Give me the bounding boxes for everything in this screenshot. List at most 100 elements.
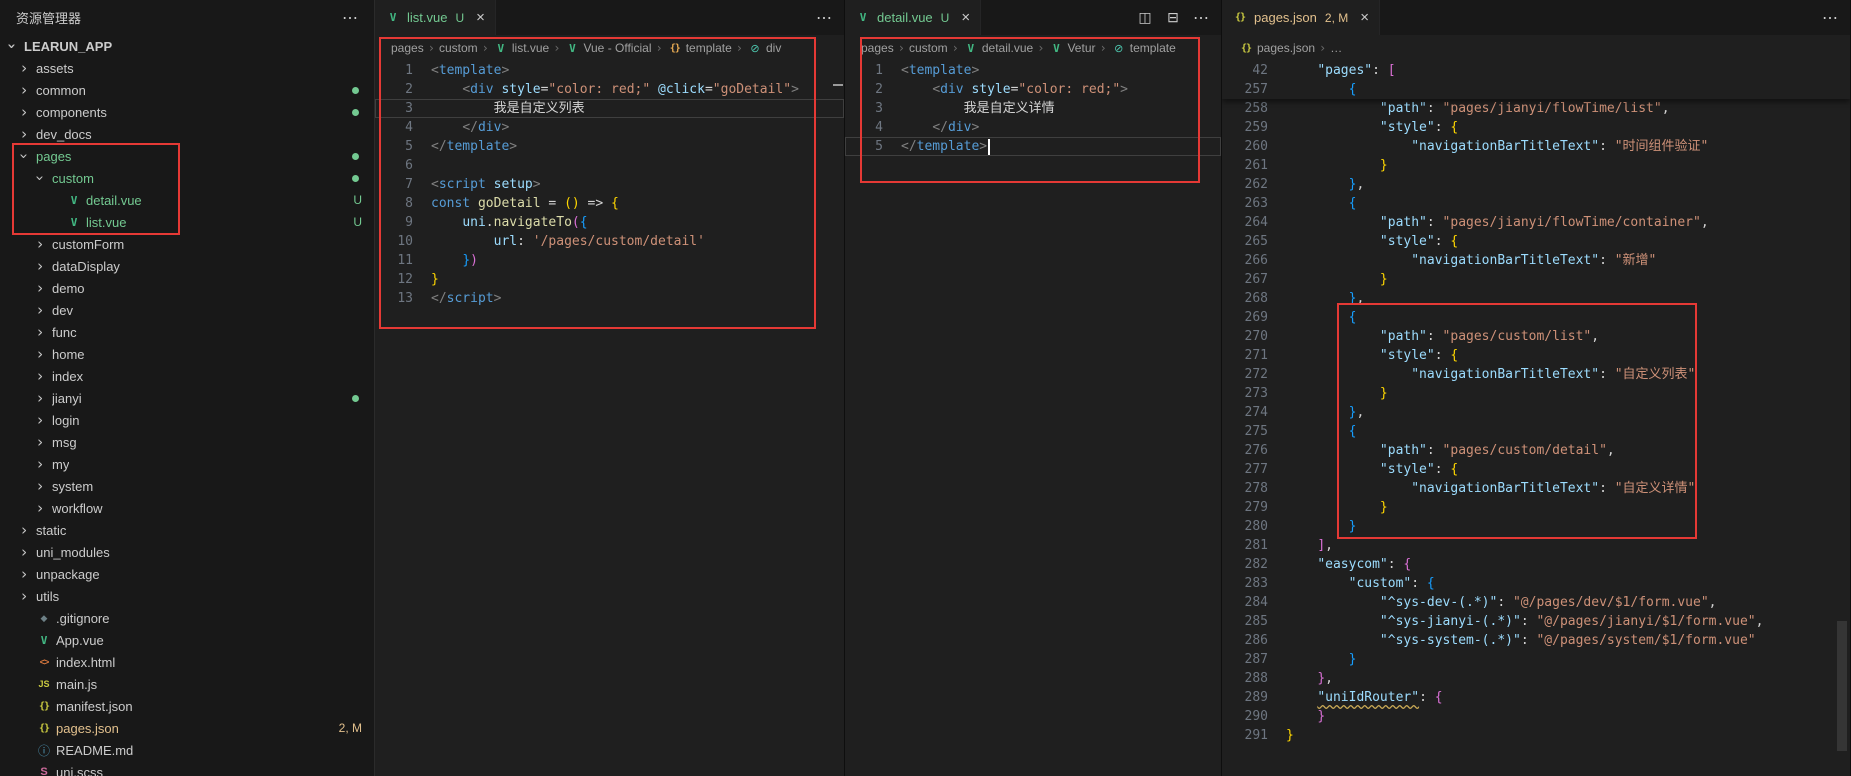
- tree-item-uni-modules[interactable]: ›uni_modules: [0, 541, 374, 563]
- tree-item-index-html[interactable]: <>index.html: [0, 651, 374, 673]
- code-token: {: [1450, 120, 1458, 135]
- tree-item-label: custom: [52, 171, 94, 186]
- tree-item-my[interactable]: ›my: [0, 453, 374, 475]
- tree-item-utils[interactable]: ›utils: [0, 585, 374, 607]
- scrollbar-thumb[interactable]: [1837, 621, 1847, 751]
- line-number: 11: [375, 251, 413, 270]
- tree-item-index[interactable]: ›index: [0, 365, 374, 387]
- code-token: :: [1427, 329, 1443, 344]
- tree-item-manifest-json[interactable]: {}manifest.json: [0, 695, 374, 717]
- tree-item-msg[interactable]: ›msg: [0, 431, 374, 453]
- code-line-content: </template>: [413, 137, 517, 156]
- tree-item-app-vue[interactable]: VApp.vue: [0, 629, 374, 651]
- breadcrumb-item[interactable]: ⊘div: [747, 40, 781, 56]
- code-token: }: [1380, 272, 1388, 287]
- code-line: 5</template>: [375, 137, 844, 156]
- tree-item-dev[interactable]: ›dev: [0, 299, 374, 321]
- tree-item-home[interactable]: ›home: [0, 343, 374, 365]
- code-token: ,: [1356, 291, 1364, 306]
- code-line-content: {: [1268, 308, 1356, 327]
- breadcrumb-item[interactable]: Vdetail.vue: [963, 40, 1033, 56]
- more-icon[interactable]: ⋯: [816, 10, 832, 26]
- breadcrumb-item[interactable]: pages: [391, 41, 424, 55]
- tree-item-detail-vue[interactable]: Vdetail.vueU: [0, 189, 374, 211]
- tab-detail-vue[interactable]: Vdetail.vueU×: [845, 0, 981, 35]
- code-token: [1286, 481, 1411, 496]
- close-icon[interactable]: ×: [961, 9, 970, 26]
- tree-item-readme-md[interactable]: ⓘREADME.md: [0, 739, 374, 761]
- line-number: 271: [1222, 346, 1268, 365]
- tree-root-learun-app[interactable]: › LEARUN_APP: [0, 35, 374, 57]
- more-icon[interactable]: ⋯: [1822, 10, 1838, 26]
- breadcrumb-item[interactable]: {}template: [667, 40, 732, 56]
- tree-item-uni-scss[interactable]: Suni.scss: [0, 761, 374, 776]
- layout-icon[interactable]: ⊟: [1165, 10, 1181, 26]
- code-editor[interactable]: 1<template>2 <div style="color: red;" @c…: [375, 61, 844, 776]
- chevron-right-icon: ›: [32, 478, 48, 494]
- chevron-right-icon: ›: [16, 60, 32, 76]
- code-line: 277 "style": {: [1222, 460, 1850, 479]
- tree-item-system[interactable]: ›system: [0, 475, 374, 497]
- tree-item-dev-docs[interactable]: ›dev_docs: [0, 123, 374, 145]
- code-token: }: [462, 253, 470, 268]
- code-token: template: [439, 63, 502, 78]
- breadcrumb-item[interactable]: custom: [909, 41, 948, 55]
- tree-item-pages[interactable]: ›pages: [0, 145, 374, 167]
- tree-item-workflow[interactable]: ›workflow: [0, 497, 374, 519]
- tree-item-list-vue[interactable]: Vlist.vueU: [0, 211, 374, 233]
- code-token: </: [431, 139, 447, 154]
- more-actions-icon[interactable]: ⋯: [342, 8, 358, 28]
- breadcrumb-item[interactable]: {}pages.json: [1238, 40, 1315, 56]
- tree-item-customform[interactable]: ›customForm: [0, 233, 374, 255]
- tree-item-label: customForm: [52, 237, 124, 252]
- close-icon[interactable]: ×: [1360, 9, 1369, 26]
- code-token: ,: [1701, 215, 1709, 230]
- code-editor[interactable]: 1<template>2 <div style="color: red;">3 …: [845, 61, 1221, 776]
- json-icon: {}: [36, 720, 52, 736]
- code-line-content: "style": {: [1268, 118, 1458, 137]
- tree-item-func[interactable]: ›func: [0, 321, 374, 343]
- code-token: {: [1349, 196, 1357, 211]
- breadcrumb-item[interactable]: pages: [861, 41, 894, 55]
- code-editor[interactable]: 42 "pages": [257 {258 "path": "pages/jia…: [1222, 61, 1850, 776]
- tree-item-gitignore[interactable]: ◆.gitignore: [0, 607, 374, 629]
- vscode-workbench: 资源管理器 ⋯ › LEARUN_APP ›assets›common›comp…: [0, 0, 1851, 776]
- code-line-content: <template>: [883, 61, 979, 80]
- tree-item-common[interactable]: ›common: [0, 79, 374, 101]
- tree-item-components[interactable]: ›components: [0, 101, 374, 123]
- breadcrumb-item[interactable]: Vlist.vue: [493, 40, 549, 56]
- code-line-content: }: [413, 270, 439, 289]
- tree-item-main-js[interactable]: JSmain.js: [0, 673, 374, 695]
- code-line-content: }: [1268, 270, 1388, 289]
- tree-item-jianyi[interactable]: ›jianyi: [0, 387, 374, 409]
- code-token: "时间组件验证": [1615, 139, 1709, 154]
- code-token: "自定义列表": [1615, 367, 1696, 382]
- tree-item-static[interactable]: ›static: [0, 519, 374, 541]
- chevron-right-icon: ›: [16, 588, 32, 604]
- code-token: template: [447, 139, 510, 154]
- code-token: "pages/custom/detail": [1443, 443, 1607, 458]
- tree-item-datadisplay[interactable]: ›dataDisplay: [0, 255, 374, 277]
- breadcrumb-item[interactable]: ⊘template: [1111, 40, 1176, 56]
- more-icon[interactable]: ⋯: [1193, 10, 1209, 26]
- line-number: 2: [845, 80, 883, 99]
- split_editor-icon[interactable]: ◫: [1137, 10, 1153, 26]
- tree-item-unpackage[interactable]: ›unpackage: [0, 563, 374, 585]
- tree-item-custom[interactable]: ›custom: [0, 167, 374, 189]
- tab-pages-json[interactable]: {}pages.json2, M×: [1222, 0, 1380, 35]
- breadcrumb-item[interactable]: VVue - Official: [564, 40, 651, 56]
- close-icon[interactable]: ×: [476, 9, 485, 26]
- breadcrumb-item[interactable]: VVetur: [1048, 40, 1095, 56]
- breadcrumb-item[interactable]: custom: [439, 41, 478, 55]
- tree-item-login[interactable]: ›login: [0, 409, 374, 431]
- code-token: ,: [1325, 671, 1333, 686]
- tree-item-demo[interactable]: ›demo: [0, 277, 374, 299]
- tree-item-pages-json[interactable]: {}pages.json2, M: [0, 717, 374, 739]
- tree-item-assets[interactable]: ›assets: [0, 57, 374, 79]
- chevron-right-icon: ›: [32, 302, 48, 318]
- line-number: 278: [1222, 479, 1268, 498]
- tab-list-vue[interactable]: Vlist.vueU×: [375, 0, 496, 35]
- file-tree: ›assets›common›components›dev_docs›pages…: [0, 57, 374, 776]
- breadcrumb-item[interactable]: …: [1330, 41, 1342, 55]
- code-token: :: [1411, 576, 1427, 591]
